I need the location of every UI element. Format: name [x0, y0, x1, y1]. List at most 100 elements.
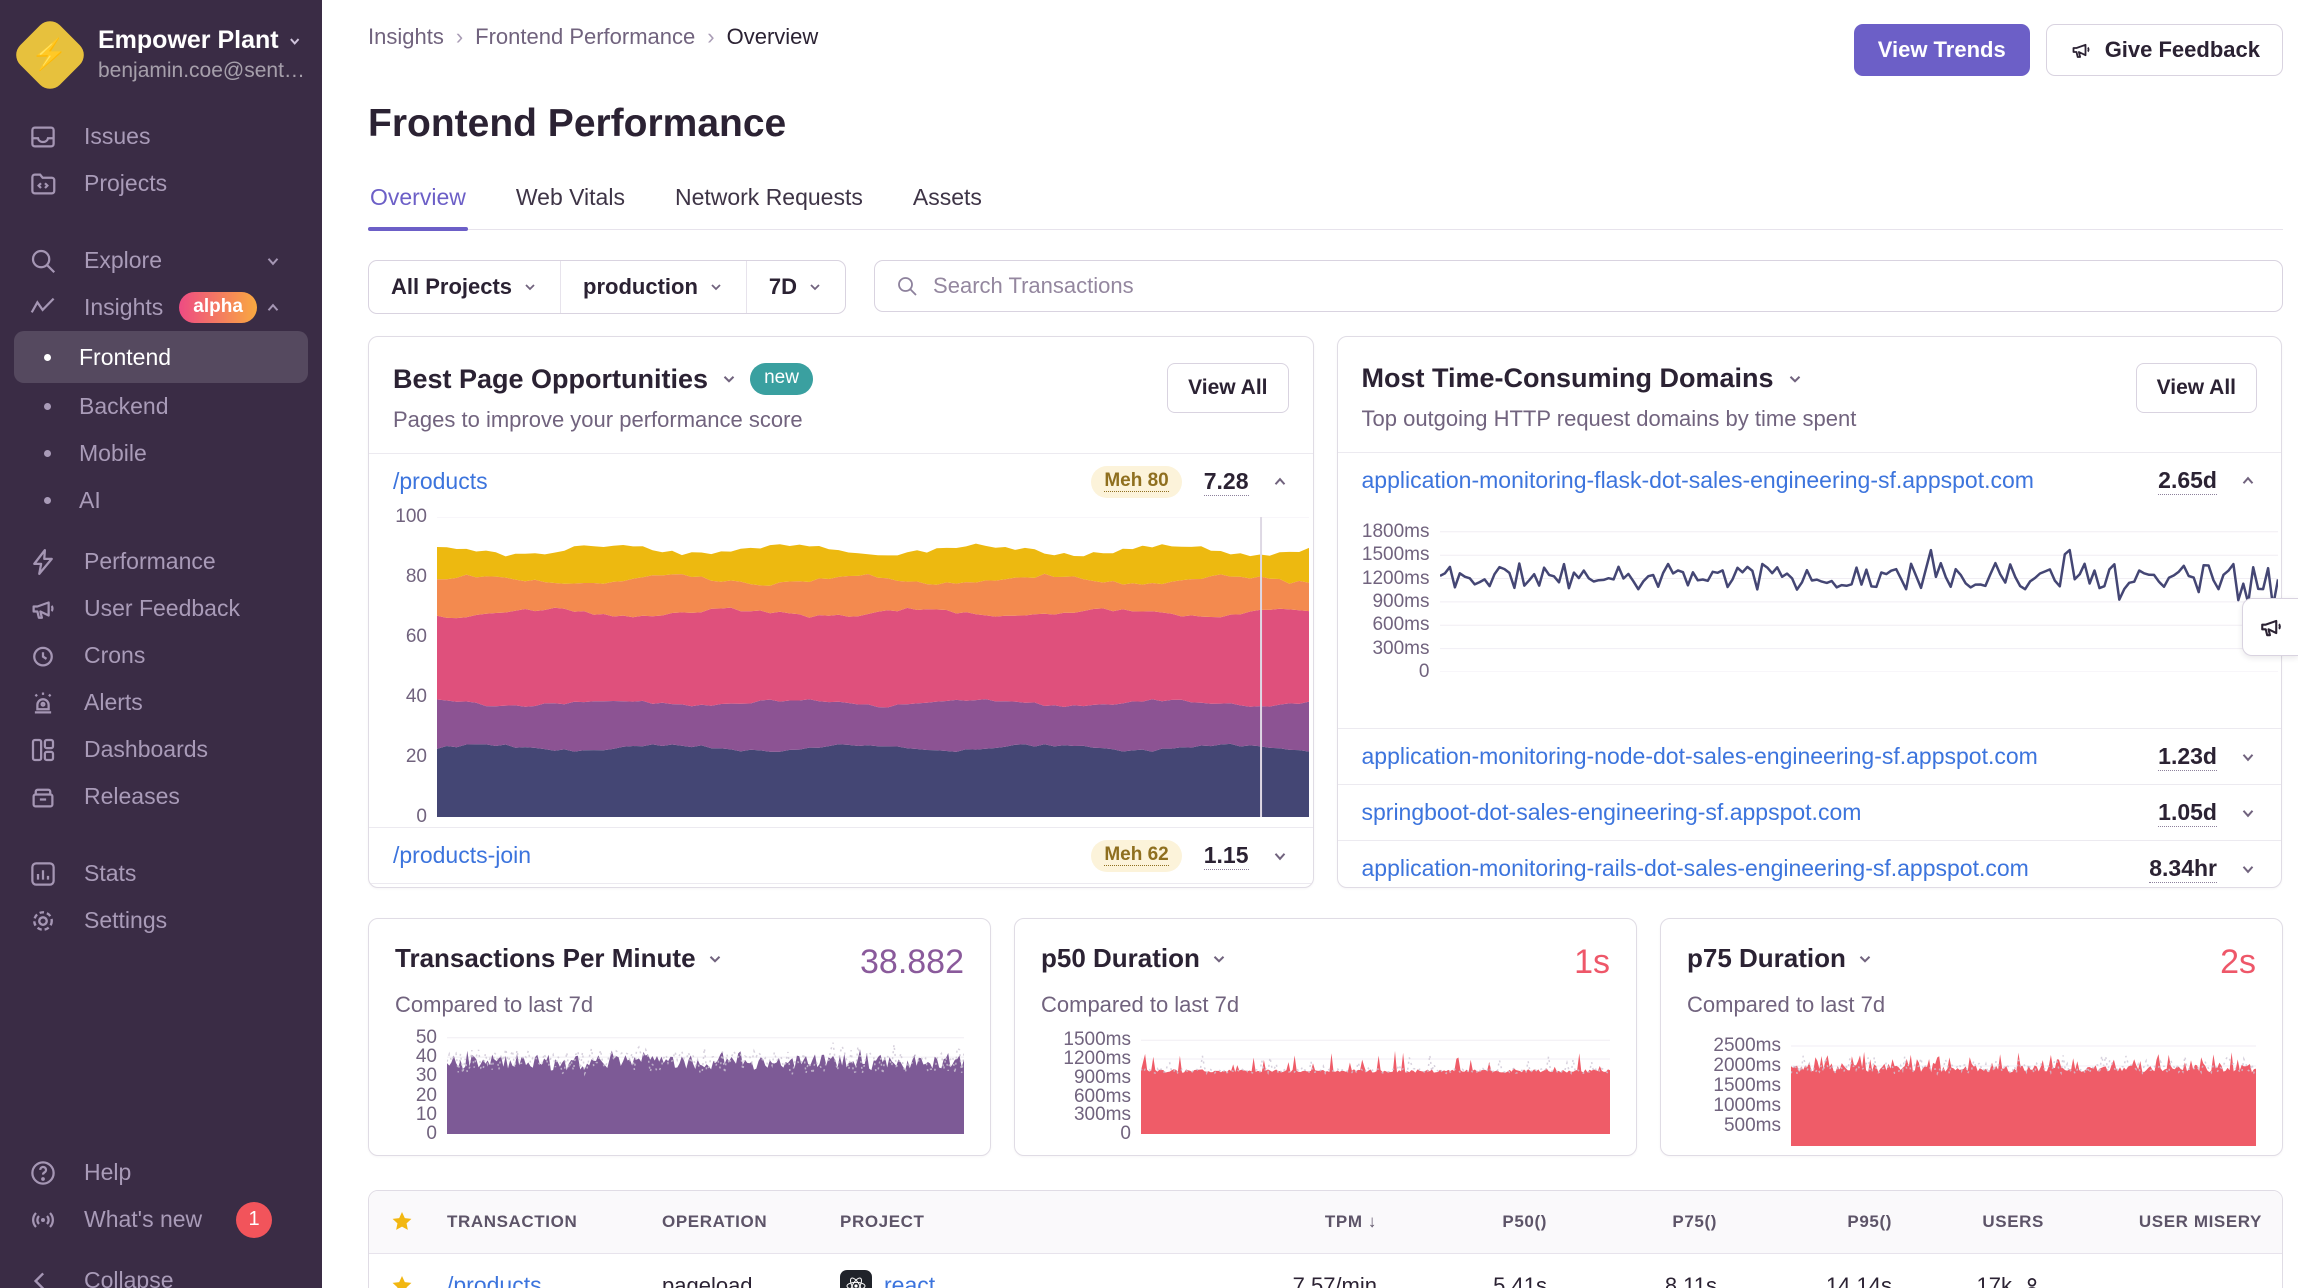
broadcast-icon — [28, 1205, 60, 1235]
column-header-p95[interactable]: P95() — [1717, 1212, 1892, 1232]
domain-time-value[interactable]: 2.65d — [2158, 467, 2217, 495]
sidebar-item-backend[interactable]: Backend — [14, 383, 308, 430]
sidebar-item-performance[interactable]: Performance — [0, 538, 322, 585]
domain-row-rails[interactable]: application-monitoring-rails-dot-sales-e… — [1338, 840, 2282, 888]
sidebar-item-alerts[interactable]: Alerts — [0, 679, 322, 726]
axis-tick-label: 2000ms — [1713, 1055, 1781, 1077]
column-header-p75[interactable]: P75() — [1547, 1212, 1717, 1232]
breadcrumb: Insights › Frontend Performance › Overvi… — [368, 24, 818, 50]
sidebar-item-ai[interactable]: AI — [14, 477, 308, 524]
chevron-down-icon[interactable] — [2239, 748, 2257, 766]
star-icon[interactable] — [389, 1209, 447, 1235]
tab-overview[interactable]: Overview — [368, 184, 468, 229]
chevron-down-icon[interactable] — [2239, 804, 2257, 822]
environment-filter[interactable]: production — [561, 261, 747, 313]
sidebar-item-projects[interactable]: Projects — [0, 160, 322, 207]
sidebar-item-mobile[interactable]: Mobile — [14, 430, 308, 477]
chevron-down-icon[interactable] — [1856, 950, 1874, 968]
chevron-down-icon[interactable] — [720, 370, 738, 388]
sidebar-item-settings[interactable]: Settings — [0, 897, 322, 944]
chevron-up-icon — [264, 299, 282, 317]
bullet-dot — [44, 497, 51, 504]
chevron-up-icon[interactable] — [1271, 473, 1289, 491]
page-row-products[interactable]: /products Meh 80 7.28 — [369, 453, 1313, 509]
tab-web-vitals[interactable]: Web Vitals — [514, 184, 627, 229]
sidebar-item-dashboards[interactable]: Dashboards — [0, 726, 322, 773]
sidebar-item-insights[interactable]: Insights alpha — [0, 284, 322, 331]
tab-assets[interactable]: Assets — [911, 184, 984, 229]
domain-link[interactable]: springboot-dot-sales-engineering-sf.apps… — [1362, 799, 1862, 826]
archive-icon — [28, 782, 60, 812]
floating-feedback-button[interactable] — [2242, 598, 2298, 656]
chevron-down-icon[interactable] — [1271, 847, 1289, 865]
panel-subtitle: Pages to improve your performance score — [393, 407, 1167, 433]
search-transactions-input[interactable] — [933, 273, 2262, 299]
column-header-user-misery[interactable]: USER MISERY — [2044, 1212, 2262, 1232]
star-icon-filled[interactable] — [389, 1273, 447, 1288]
domain-link[interactable]: application-monitoring-flask-dot-sales-e… — [1362, 467, 2034, 494]
sidebar: ⚡ Empower Plant benjamin.coe@sent… Issue… — [0, 0, 322, 1288]
sidebar-item-releases[interactable]: Releases — [0, 773, 322, 820]
domain-link[interactable]: application-monitoring-node-dot-sales-en… — [1362, 743, 2038, 770]
bullet-dot — [44, 354, 51, 361]
line-chart[interactable] — [1440, 524, 2278, 672]
chevron-up-icon[interactable] — [2239, 472, 2257, 490]
sidebar-item-whats-new[interactable]: What's new 1 — [0, 1196, 322, 1243]
chevron-down-icon[interactable] — [1786, 370, 1804, 388]
sidebar-item-explore[interactable]: Explore — [0, 237, 322, 284]
gear-icon — [28, 906, 60, 936]
tab-network-requests[interactable]: Network Requests — [673, 184, 865, 229]
org-switcher[interactable]: ⚡ Empower Plant benjamin.coe@sent… — [0, 0, 322, 113]
axis-tick-label: 500ms — [1724, 1115, 1781, 1137]
domain-link[interactable]: application-monitoring-rails-dot-sales-e… — [1362, 855, 2029, 882]
sidebar-collapse-button[interactable]: Collapse — [0, 1257, 322, 1288]
sidebar-item-crons[interactable]: Crons — [0, 632, 322, 679]
sidebar-item-label: Frontend — [79, 344, 171, 371]
domain-row-node[interactable]: application-monitoring-node-dot-sales-en… — [1338, 728, 2282, 784]
chevron-down-icon[interactable] — [1210, 950, 1228, 968]
view-all-button[interactable]: View All — [2136, 363, 2257, 413]
chevron-down-icon[interactable] — [2239, 860, 2257, 878]
stacked-area-chart[interactable] — [437, 517, 1309, 817]
column-header-operation[interactable]: OPERATION — [662, 1212, 840, 1232]
sidebar-item-issues[interactable]: Issues — [0, 113, 322, 160]
breadcrumb-insights[interactable]: Insights — [368, 24, 444, 50]
domain-time-value[interactable]: 8.34hr — [2149, 855, 2217, 883]
domain-row-flask[interactable]: application-monitoring-flask-dot-sales-e… — [1338, 452, 2282, 508]
sidebar-item-stats[interactable]: Stats — [0, 850, 322, 897]
opportunity-value[interactable]: 1.15 — [1204, 842, 1249, 870]
view-all-button[interactable]: View All — [1167, 363, 1288, 413]
sidebar-item-user-feedback[interactable]: User Feedback — [0, 585, 322, 632]
score-badge[interactable]: Meh 62 — [1091, 840, 1181, 872]
score-badge[interactable]: Meh 80 — [1091, 466, 1181, 498]
area-chart[interactable] — [447, 1034, 964, 1134]
opportunity-value[interactable]: 7.28 — [1204, 468, 1249, 496]
domain-row-springboot[interactable]: springboot-dot-sales-engineering-sf.apps… — [1338, 784, 2282, 840]
column-header-project[interactable]: PROJECT — [840, 1212, 1202, 1232]
chevron-down-icon[interactable] — [706, 950, 724, 968]
transaction-link[interactable]: /products — [447, 1272, 542, 1288]
view-trends-button[interactable]: View Trends — [1854, 24, 2030, 76]
page-link[interactable]: /products — [393, 468, 488, 495]
give-feedback-button[interactable]: Give Feedback — [2046, 24, 2283, 76]
page-row-about[interactable]: /about Meh 70 0.05 — [369, 883, 1313, 888]
project-link[interactable]: react — [884, 1272, 935, 1288]
sidebar-item-frontend[interactable]: Frontend — [14, 331, 308, 383]
domain-time-value[interactable]: 1.05d — [2158, 799, 2217, 827]
area-chart[interactable] — [1141, 1034, 1610, 1134]
domain-time-value[interactable]: 1.23d — [2158, 743, 2217, 771]
page-row-products-join[interactable]: /products-join Meh 62 1.15 — [369, 827, 1313, 883]
sidebar-item-help[interactable]: Help — [0, 1149, 322, 1196]
column-header-p50[interactable]: P50() — [1377, 1212, 1547, 1232]
p50-cell: 5.41s — [1377, 1273, 1547, 1288]
breadcrumb-frontend-performance[interactable]: Frontend Performance — [475, 24, 695, 50]
column-header-tpm-sorted[interactable]: TPM ↓ — [1202, 1212, 1377, 1232]
area-chart[interactable] — [1791, 1034, 2256, 1146]
chevron-down-icon — [287, 32, 302, 50]
project-filter[interactable]: All Projects — [369, 261, 561, 313]
column-header-transaction[interactable]: TRANSACTION — [447, 1212, 662, 1232]
lightning-glyph: ⚡ — [31, 37, 68, 72]
date-range-filter[interactable]: 7D — [747, 261, 845, 313]
column-header-users[interactable]: USERS — [1892, 1212, 2044, 1232]
page-link[interactable]: /products-join — [393, 842, 531, 869]
